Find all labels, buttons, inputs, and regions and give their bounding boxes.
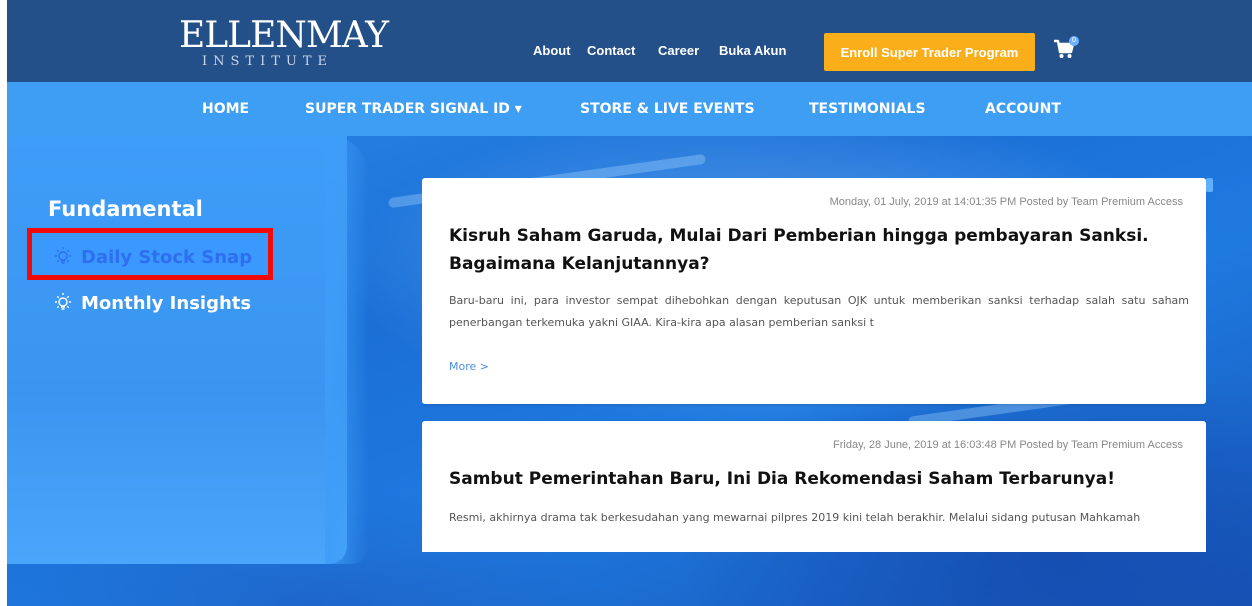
top-link-about[interactable]: About [533,43,571,58]
cart-count-badge: 0 [1069,36,1079,46]
post-excerpt: Baru-baru ini, para investor sempat dihe… [449,294,1189,329]
post-meta: Friday, 28 June, 2019 at 16:03:48 PM Pos… [833,439,1183,451]
post-title[interactable]: Sambut Pemerintahan Baru, Ini Dia Rekome… [449,465,1189,493]
more-link[interactable]: More > [449,360,489,373]
nav-store-live-events[interactable]: STORE & LIVE EVENTS [580,101,755,117]
highlight-box [27,228,273,280]
logo-subtitle: INSTITUTE [202,54,334,69]
sidebar-item-monthly-insights[interactable]: Monthly Insights [41,285,251,321]
top-link-buka-akun[interactable]: Buka Akun [719,43,786,58]
nav-home[interactable]: HOME [202,101,249,117]
sidebar-title: Fundamental [48,197,203,221]
scrollbar-thumb[interactable] [1206,178,1213,192]
post-card: Monday, 01 July, 2019 at 14:01:35 PM Pos… [422,178,1206,404]
post-card: Friday, 28 June, 2019 at 16:03:48 PM Pos… [422,421,1206,552]
nav-account[interactable]: ACCOUNT [985,101,1061,117]
cart-button[interactable]: 0 [1053,36,1079,62]
post-meta: Monday, 01 July, 2019 at 14:01:35 PM Pos… [829,196,1183,208]
logo-wordmark: ELLENMAY [179,15,389,56]
nav-super-trader-signal[interactable]: SUPER TRADER SIGNAL ID ▾ [305,101,522,117]
post-title[interactable]: Kisruh Saham Garuda, Mulai Dari Pemberia… [449,222,1189,278]
top-link-career[interactable]: Career [658,43,699,58]
enroll-button[interactable]: Enroll Super Trader Program [824,33,1035,71]
nav-testimonials[interactable]: TESTIMONIALS [809,101,926,117]
top-link-contact[interactable]: Contact [587,43,635,58]
sidebar-item-label: Monthly Insights [81,292,252,314]
lightbulb-icon [55,293,71,310]
post-excerpt: Resmi, akhirnya drama tak berkesudahan y… [449,511,1141,524]
post-list[interactable]: Monday, 01 July, 2019 at 14:01:35 PM Pos… [422,178,1206,552]
logo[interactable]: ELLENMAY INSTITUTE [179,14,389,74]
main-nav: HOME SUPER TRADER SIGNAL ID ▾ STORE & LI… [7,82,1252,136]
top-bar: ELLENMAY INSTITUTE About Contact Career … [7,0,1252,82]
page-frame: ELLENMAY INSTITUTE About Contact Career … [7,0,1252,606]
